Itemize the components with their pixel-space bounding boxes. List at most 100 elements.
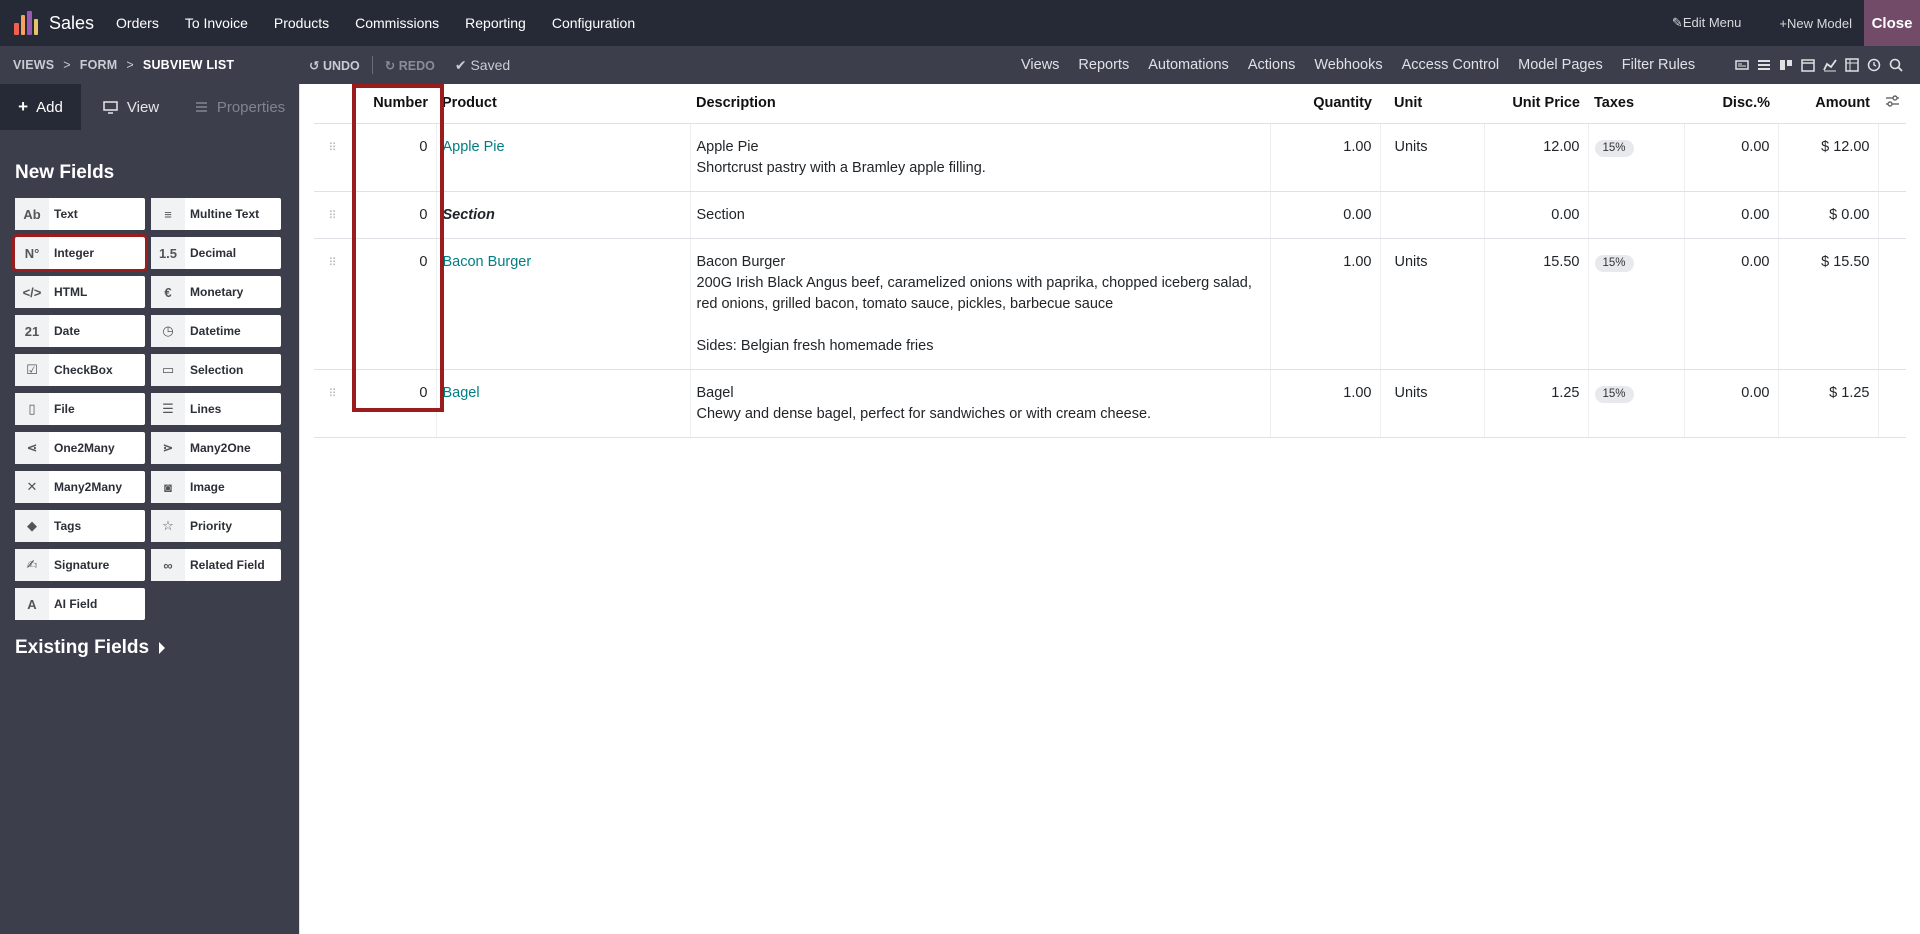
- cell-product[interactable]: Apple Pie: [436, 123, 691, 192]
- breadcrumb-form[interactable]: FORM: [80, 58, 118, 72]
- list-view-icon[interactable]: [1757, 58, 1771, 72]
- menu-reporting[interactable]: Reporting: [465, 15, 526, 31]
- section-name[interactable]: Section: [443, 207, 495, 223]
- cell-description[interactable]: Bagel Chewy and dense bagel, perfect for …: [690, 369, 1271, 438]
- col-taxes[interactable]: Taxes: [1588, 84, 1684, 124]
- nav-views[interactable]: Views: [1021, 57, 1059, 73]
- cell-number[interactable]: 0: [350, 191, 437, 239]
- field-file-button[interactable]: ▯ File: [15, 393, 145, 425]
- field-ai-field-button[interactable]: A AI Field: [15, 588, 145, 620]
- cell-product[interactable]: Section: [436, 191, 691, 239]
- row-drag-handle[interactable]: ⠿: [314, 238, 350, 370]
- graph-view-icon[interactable]: [1823, 58, 1837, 72]
- field-image-button[interactable]: ◙ Image: [151, 471, 281, 503]
- sales-app-logo-icon[interactable]: [14, 11, 38, 35]
- breadcrumb-views[interactable]: VIEWS: [13, 58, 54, 72]
- activity-view-icon[interactable]: [1867, 58, 1881, 72]
- menu-to-invoice[interactable]: To Invoice: [185, 15, 248, 31]
- nav-filter-rules[interactable]: Filter Rules: [1622, 57, 1695, 73]
- col-description[interactable]: Description: [690, 84, 1270, 124]
- cell-quantity[interactable]: 1.00: [1270, 369, 1381, 438]
- field-integer-button[interactable]: N° Integer: [12, 234, 148, 272]
- cell-taxes[interactable]: 15%: [1588, 123, 1685, 192]
- search-view-icon[interactable]: [1889, 58, 1903, 72]
- nav-model-pages[interactable]: Model Pages: [1518, 57, 1603, 73]
- cell-description[interactable]: Section: [690, 191, 1271, 239]
- cell-product[interactable]: Bacon Burger: [436, 238, 691, 370]
- col-unit-price[interactable]: Unit Price: [1484, 84, 1588, 124]
- menu-orders[interactable]: Orders: [116, 15, 159, 31]
- field-text-button[interactable]: Ab Text: [15, 198, 145, 230]
- new-model-button[interactable]: +New Model: [1779, 16, 1852, 31]
- cell-number[interactable]: 0: [350, 123, 437, 192]
- tab-add[interactable]: + Add: [0, 84, 81, 130]
- cell-amount[interactable]: $ 0.00: [1778, 191, 1879, 239]
- field-multine-text-button[interactable]: ≡ Multine Text: [151, 198, 281, 230]
- cell-number[interactable]: 0: [350, 369, 437, 438]
- nav-access-control[interactable]: Access Control: [1402, 57, 1500, 73]
- row-drag-handle[interactable]: ⠿: [314, 191, 350, 239]
- cell-unit-price[interactable]: 1.25: [1484, 369, 1589, 438]
- pivot-view-icon[interactable]: [1845, 58, 1859, 72]
- table-row[interactable]: ⠿ 0 Apple Pie Apple Pie Shortcrust pastry wi…: [314, 123, 1906, 192]
- app-name[interactable]: Sales: [49, 13, 94, 34]
- table-row[interactable]: ⠿ 0 Bagel Bagel Chewy and dense bagel, perfe…: [314, 369, 1906, 438]
- col-product[interactable]: Product: [436, 84, 690, 124]
- cell-unit[interactable]: Units: [1380, 369, 1485, 438]
- cell-description[interactable]: Bacon Burger 200G Irish Black Angus beef,…: [690, 238, 1271, 370]
- field-html-button[interactable]: </> HTML: [15, 276, 145, 308]
- tab-view[interactable]: View: [81, 84, 181, 130]
- field-signature-button[interactable]: ✍ Signature: [15, 549, 145, 581]
- redo-button[interactable]: ↻ REDO: [385, 58, 435, 73]
- nav-reports[interactable]: Reports: [1078, 57, 1129, 73]
- cell-number[interactable]: 0: [350, 238, 437, 370]
- cell-product[interactable]: Bagel: [436, 369, 691, 438]
- cell-amount[interactable]: $ 15.50: [1778, 238, 1879, 370]
- field-many2many-button[interactable]: ✕ Many2Many: [15, 471, 145, 503]
- cell-taxes[interactable]: [1588, 191, 1685, 239]
- cell-disc[interactable]: 0.00: [1684, 238, 1779, 370]
- field-selection-button[interactable]: ▭ Selection: [151, 354, 281, 386]
- field-priority-button[interactable]: ☆ Priority: [151, 510, 281, 542]
- cell-quantity[interactable]: 1.00: [1270, 238, 1381, 370]
- cell-amount[interactable]: $ 1.25: [1778, 369, 1879, 438]
- table-row[interactable]: ⠿ 0 Bacon Burger Bacon Burger 200G Irish Bla…: [314, 238, 1906, 370]
- field-date-button[interactable]: 21 Date: [15, 315, 145, 347]
- cell-unit[interactable]: Units: [1380, 238, 1485, 370]
- cell-disc[interactable]: 0.00: [1684, 369, 1779, 438]
- cell-disc[interactable]: 0.00: [1684, 191, 1779, 239]
- col-disc[interactable]: Disc.%: [1684, 84, 1778, 124]
- product-link[interactable]: Bagel: [443, 385, 480, 401]
- kanban-view-icon[interactable]: [1779, 58, 1793, 72]
- col-quantity[interactable]: Quantity: [1270, 84, 1380, 124]
- cell-unit-price[interactable]: 0.00: [1484, 191, 1589, 239]
- cell-unit[interactable]: [1380, 191, 1485, 239]
- cell-disc[interactable]: 0.00: [1684, 123, 1779, 192]
- field-lines-button[interactable]: ☰ Lines: [151, 393, 281, 425]
- cell-quantity[interactable]: 0.00: [1270, 191, 1381, 239]
- col-number[interactable]: Number: [350, 84, 436, 124]
- field-many2one-button[interactable]: ⋗ Many2One: [151, 432, 281, 464]
- undo-button[interactable]: ↺ UNDO: [309, 58, 360, 73]
- product-link[interactable]: Apple Pie: [443, 139, 505, 155]
- cell-unit-price[interactable]: 15.50: [1484, 238, 1589, 370]
- nav-webhooks[interactable]: Webhooks: [1314, 57, 1382, 73]
- row-drag-handle[interactable]: ⠿: [314, 123, 350, 192]
- tab-properties[interactable]: Properties: [181, 84, 299, 130]
- row-drag-handle[interactable]: ⠿: [314, 369, 350, 438]
- field-tags-button[interactable]: ◆ Tags: [15, 510, 145, 542]
- col-amount[interactable]: Amount: [1778, 84, 1878, 124]
- cell-quantity[interactable]: 1.00: [1270, 123, 1381, 192]
- col-unit[interactable]: Unit: [1380, 84, 1484, 124]
- table-row[interactable]: ⠿ 0 Section Section 0.00 0.00 0.00 $ 0.00: [314, 191, 1906, 239]
- cell-unit[interactable]: Units: [1380, 123, 1485, 192]
- field-checkbox-button[interactable]: ☑ CheckBox: [15, 354, 145, 386]
- existing-fields-toggle[interactable]: Existing Fields: [15, 637, 166, 659]
- close-studio-button[interactable]: Close: [1864, 0, 1920, 46]
- cell-description[interactable]: Apple Pie Shortcrust pastry with a Bramle…: [690, 123, 1271, 192]
- edit-menu-button[interactable]: ✎Edit Menu: [1672, 15, 1741, 31]
- menu-products[interactable]: Products: [274, 15, 329, 31]
- field-monetary-button[interactable]: € Monetary: [151, 276, 281, 308]
- calendar-view-icon[interactable]: [1801, 58, 1815, 72]
- nav-actions[interactable]: Actions: [1248, 57, 1296, 73]
